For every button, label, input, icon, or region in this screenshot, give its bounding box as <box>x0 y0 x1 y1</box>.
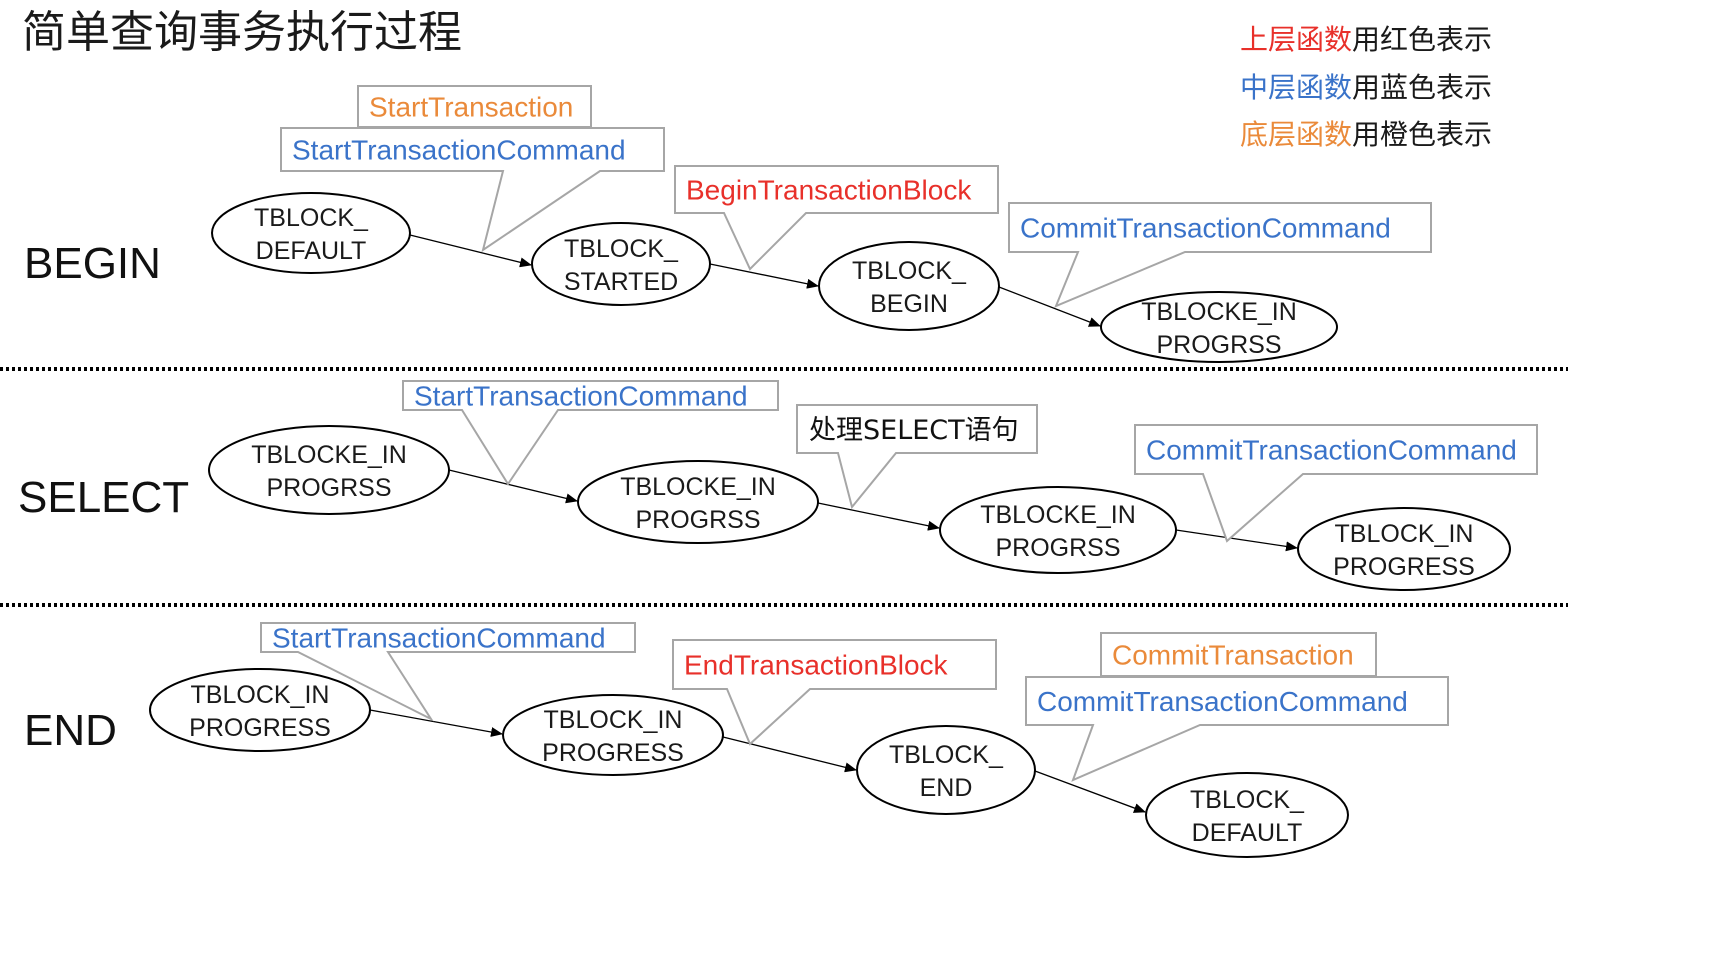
legend-upper-plain: 用红色表示 <box>1352 23 1492 56</box>
legend-item-lower: 底层函数用橙色表示 <box>1240 118 1492 151</box>
state-label-line-2: PROGRSS <box>266 474 391 502</box>
state-label-line-1: TBLOCKE_IN <box>251 441 407 469</box>
state-label-line-2: BEGIN <box>870 290 948 318</box>
select-processing-note: 处理SELECT语句 <box>809 415 1019 446</box>
end-transition-arrow-3 <box>1034 770 1146 813</box>
begin-state-node-4: TBLOCKE_IN PROGRSS <box>1100 291 1338 363</box>
state-label-line-2: PROGRSS <box>995 534 1120 562</box>
legend-lower-plain: 用橙色表示 <box>1352 118 1492 151</box>
row-label-select: SELECT <box>18 473 189 522</box>
legend-middle-plain: 用蓝色表示 <box>1352 71 1492 104</box>
legend-item-upper: 上层函数用红色表示 <box>1240 23 1492 56</box>
legend-item-middle: 中层函数用蓝色表示 <box>1240 71 1492 104</box>
state-label-line-2: PROGRSS <box>1156 331 1281 359</box>
end-state-node-2: TBLOCK_IN PROGRESS <box>502 694 724 776</box>
end-transition-arrow-2 <box>722 736 857 773</box>
begin-callout-4: CommitTransactionCommand <box>1008 202 1432 308</box>
end-transition-arrow-1 <box>369 709 503 737</box>
state-label-line-1: TBLOCK_IN <box>544 706 683 734</box>
begin-state-node-2: TBLOCK_ STARTED <box>531 222 711 306</box>
end-function-call-label: CommitTransaction <box>1112 640 1354 671</box>
state-label-line-2: PROGRESS <box>542 739 684 767</box>
row-label-end: END <box>24 706 117 755</box>
begin-state-node-3: TBLOCK_ BEGIN <box>818 241 1000 331</box>
flow-layer: StartTransaction StartTransactionCommand B… <box>149 85 1538 858</box>
select-function-call-label: StartTransactionCommand <box>414 381 748 412</box>
begin-function-call-label: BeginTransactionBlock <box>686 175 972 206</box>
end-callout-3: CommitTransaction <box>1100 632 1377 677</box>
end-state-node-4: TBLOCK_ DEFAULT <box>1145 772 1349 858</box>
state-label-line-1: TBLOCK_ <box>564 235 679 263</box>
select-state-node-2: TBLOCKE_IN PROGRSS <box>577 460 819 544</box>
select-transition-arrow-2 <box>817 502 940 531</box>
legend: 上层函数用红色表示 中层函数用蓝色表示 底层函数用橙色表示 <box>1240 23 1492 151</box>
state-label-line-1: TBLOCKE_IN <box>1141 298 1297 326</box>
state-label-line-2: DEFAULT <box>1192 819 1303 847</box>
legend-lower-colored: 底层函数 <box>1240 118 1352 151</box>
state-label-line-1: TBLOCKE_IN <box>980 501 1136 529</box>
end-state-node-1: TBLOCK_IN PROGRESS <box>149 668 371 752</box>
state-label-line-2: STARTED <box>564 268 678 296</box>
begin-function-call-label: StartTransactionCommand <box>292 135 626 166</box>
state-label-line-1: TBLOCK_IN <box>191 681 330 709</box>
state-label-line-1: TBLOCK_ <box>889 741 1004 769</box>
state-label-line-1: TBLOCK_ <box>254 204 369 232</box>
legend-middle-colored: 中层函数 <box>1240 71 1352 104</box>
end-callout-4: CommitTransactionCommand <box>1025 676 1449 782</box>
state-label-line-1: TBLOCKE_IN <box>620 473 776 501</box>
select-state-node-3: TBLOCKE_IN PROGRSS <box>939 486 1177 574</box>
select-state-node-1: TBLOCKE_IN PROGRSS <box>208 425 450 515</box>
state-label-line-2: PROGRESS <box>1333 553 1475 581</box>
end-function-call-label: StartTransactionCommand <box>272 623 606 654</box>
legend-upper-colored: 上层函数 <box>1240 23 1352 56</box>
diagram-title: 简单查询事务执行过程 <box>22 7 462 58</box>
end-function-call-label: CommitTransactionCommand <box>1037 686 1408 717</box>
select-function-call-label: CommitTransactionCommand <box>1146 435 1517 466</box>
transaction-flow-diagram: 简单查询事务执行过程 上层函数用红色表示 中层函数用蓝色表示 底层函数用橙色表示… <box>0 7 1568 858</box>
state-label-line-2: END <box>920 774 973 802</box>
end-state-node-3: TBLOCK_ END <box>856 725 1036 815</box>
state-label-line-1: TBLOCK_ <box>1190 786 1305 814</box>
state-label-line-2: PROGRSS <box>635 506 760 534</box>
begin-state-node-1: TBLOCK_ DEFAULT <box>211 192 411 274</box>
state-label-line-1: TBLOCK_ <box>852 257 967 285</box>
begin-transition-arrow-2 <box>709 263 819 289</box>
state-label-line-1: TBLOCK_IN <box>1335 520 1474 548</box>
row-label-begin: BEGIN <box>24 239 161 288</box>
begin-transition-arrow-1 <box>409 234 532 268</box>
end-function-call-label: EndTransactionBlock <box>684 650 949 681</box>
state-label-line-2: PROGRESS <box>189 714 331 742</box>
begin-function-call-label: StartTransaction <box>369 92 573 123</box>
begin-callout-1: StartTransaction <box>357 85 592 128</box>
begin-function-call-label: CommitTransactionCommand <box>1020 213 1391 244</box>
state-label-line-2: DEFAULT <box>256 237 367 265</box>
select-state-node-4: TBLOCK_IN PROGRESS <box>1297 507 1511 591</box>
